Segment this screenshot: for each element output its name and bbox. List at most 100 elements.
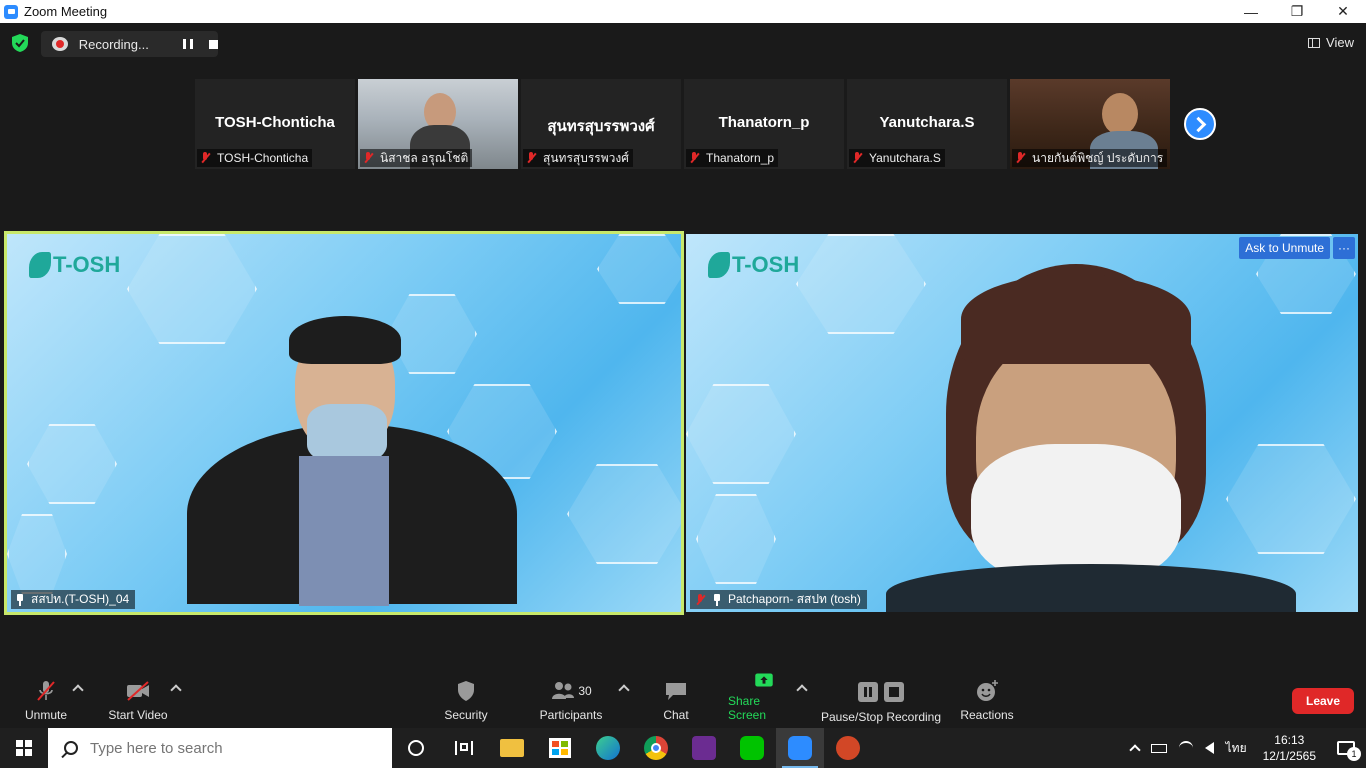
- participant-label: TOSH-Chonticha: [197, 149, 313, 167]
- pause-recording-icon[interactable]: [183, 39, 194, 49]
- search-input[interactable]: [90, 739, 370, 757]
- zoom-app-icon: [4, 4, 18, 19]
- zoom-icon[interactable]: [776, 728, 824, 768]
- pin-icon: [15, 593, 25, 606]
- show-hidden-icons-chevron-icon[interactable]: [1128, 744, 1141, 756]
- windows-taskbar: ไทย 16:13 12/1/2565 1: [0, 728, 1366, 768]
- chat-label: Chat: [663, 708, 689, 722]
- share-screen-button[interactable]: Share Screen: [728, 672, 800, 728]
- participant-label: Yanutchara.S: [849, 149, 945, 167]
- powerpoint-icon[interactable]: [824, 728, 872, 768]
- file-explorer-icon[interactable]: [488, 728, 536, 768]
- audio-options-chevron-icon[interactable]: [72, 684, 84, 696]
- windows-logo-icon: [16, 740, 32, 756]
- recording-cloud-icon: [52, 37, 68, 51]
- participant-display-name: สุนทรสุบรรพวงศ์: [547, 118, 655, 135]
- restore-button[interactable]: ❐: [1274, 0, 1320, 23]
- participant-thumbnail[interactable]: TOSH-Chonticha TOSH-Chonticha: [195, 79, 355, 169]
- start-video-button[interactable]: Start Video: [106, 672, 170, 728]
- view-button[interactable]: View: [1308, 35, 1354, 50]
- chrome-icon[interactable]: [632, 728, 680, 768]
- cortana-icon[interactable]: [392, 728, 440, 768]
- store-icon[interactable]: [536, 728, 584, 768]
- battery-icon[interactable]: [1150, 743, 1167, 753]
- mic-muted-icon: [37, 681, 55, 701]
- next-page-arrow-icon[interactable]: [1184, 108, 1216, 140]
- participant-display-name: TOSH-Chonticha: [215, 114, 335, 131]
- taskbar-search[interactable]: [48, 728, 392, 768]
- leave-meeting-button[interactable]: Leave: [1292, 688, 1354, 714]
- participant-label: Thanatorn_p: [686, 149, 779, 167]
- notification-icon: 1: [1337, 741, 1361, 761]
- participant-display-name: Yanutchara.S: [879, 114, 975, 131]
- participant-label: นายกันต์พิชญ์ ประดับการ: [1012, 149, 1168, 167]
- meeting-topbar: Recording... View: [0, 23, 1366, 63]
- security-button[interactable]: Security: [440, 672, 492, 728]
- recording-indicator: Recording...: [41, 31, 219, 57]
- participant-thumbnail[interactable]: นายกันต์พิชญ์ ประดับการ: [1010, 79, 1170, 169]
- input-language-indicator[interactable]: ไทย: [1226, 739, 1247, 758]
- stop-icon: [884, 682, 904, 702]
- reactions-button[interactable]: Reactions: [958, 672, 1016, 728]
- more-options-button[interactable]: ···: [1333, 237, 1355, 259]
- notification-count-badge: 1: [1347, 747, 1361, 761]
- video-tile-active-speaker[interactable]: T-OSH สสปท.(T-OSH)_04: [4, 231, 684, 615]
- stop-recording-icon[interactable]: [209, 39, 219, 49]
- mic-muted-icon: [851, 152, 863, 164]
- window-titlebar: Zoom Meeting — ❐ ✕: [0, 0, 1366, 23]
- wifi-icon[interactable]: [1178, 741, 1193, 755]
- taskbar-clock[interactable]: 16:13 12/1/2565: [1263, 732, 1316, 764]
- task-view-icon[interactable]: [440, 728, 488, 768]
- tosh-logo: T-OSH: [708, 252, 799, 278]
- participant-thumbnail[interactable]: Yanutchara.S Yanutchara.S: [847, 79, 1007, 169]
- minimize-button[interactable]: —: [1228, 0, 1274, 23]
- chat-button[interactable]: Chat: [656, 672, 696, 728]
- start-video-label: Start Video: [108, 708, 168, 722]
- system-tray: ไทย 16:13 12/1/2565 1: [1125, 728, 1366, 768]
- mic-muted-icon: [1014, 152, 1026, 164]
- security-label: Security: [444, 708, 488, 722]
- video-tile[interactable]: T-OSH Ask to Unmute ··· Patchaporn- สสปท…: [686, 234, 1358, 612]
- close-button[interactable]: ✕: [1320, 0, 1366, 23]
- action-center-button[interactable]: 1: [1326, 728, 1366, 768]
- recording-label: Recording...: [78, 36, 149, 52]
- search-icon: [64, 741, 78, 755]
- participant-display-name: Thanatorn_p: [718, 114, 810, 131]
- pause-stop-recording-label: Pause/Stop Recording: [820, 710, 942, 724]
- unmute-label: Unmute: [24, 708, 68, 722]
- leaf-logo-icon: [29, 252, 51, 278]
- mic-muted-icon: [688, 152, 700, 164]
- share-screen-icon: [755, 673, 773, 687]
- participants-options-chevron-icon[interactable]: [618, 684, 630, 696]
- video-options-chevron-icon[interactable]: [170, 684, 182, 696]
- participants-label: Participants: [539, 708, 603, 722]
- clock-date: 12/1/2565: [1262, 749, 1316, 763]
- emoji-reaction-icon: [977, 680, 998, 701]
- window-title: Zoom Meeting: [24, 4, 108, 19]
- mic-muted-icon: [199, 152, 211, 164]
- view-grid-icon: [1308, 37, 1321, 48]
- participants-icon: [552, 682, 575, 699]
- mic-muted-icon: [362, 152, 374, 164]
- unmute-button[interactable]: Unmute: [20, 672, 72, 728]
- edge-icon[interactable]: [584, 728, 632, 768]
- shield-icon: [458, 681, 474, 701]
- participants-button[interactable]: 30 Participants: [536, 672, 606, 728]
- participant-thumbnail[interactable]: Thanatorn_p Thanatorn_p: [684, 79, 844, 169]
- line-icon[interactable]: [728, 728, 776, 768]
- tosh-logo: T-OSH: [29, 252, 120, 278]
- view-label: View: [1326, 35, 1354, 50]
- shield-check-icon[interactable]: [12, 34, 28, 52]
- participant-thumbnail[interactable]: นิสาชล อรุณโชติ: [358, 79, 518, 169]
- pdf-app-icon[interactable]: [680, 728, 728, 768]
- mic-muted-icon: [525, 152, 537, 164]
- participant-label: นิสาชล อรุณโชติ: [360, 149, 473, 167]
- ask-to-unmute-button[interactable]: Ask to Unmute: [1239, 237, 1330, 259]
- leaf-logo-icon: [708, 252, 730, 278]
- pause-stop-recording-button[interactable]: Pause/Stop Recording: [820, 672, 942, 728]
- volume-icon[interactable]: [1204, 742, 1214, 754]
- tile-label: สสปท.(T-OSH)_04: [11, 590, 136, 609]
- participant-thumbnail[interactable]: สุนทรสุบรรพวงศ์ สุนทรสุบรรพวงศ์: [521, 79, 681, 169]
- start-button[interactable]: [0, 728, 48, 768]
- video-off-icon: [127, 681, 149, 701]
